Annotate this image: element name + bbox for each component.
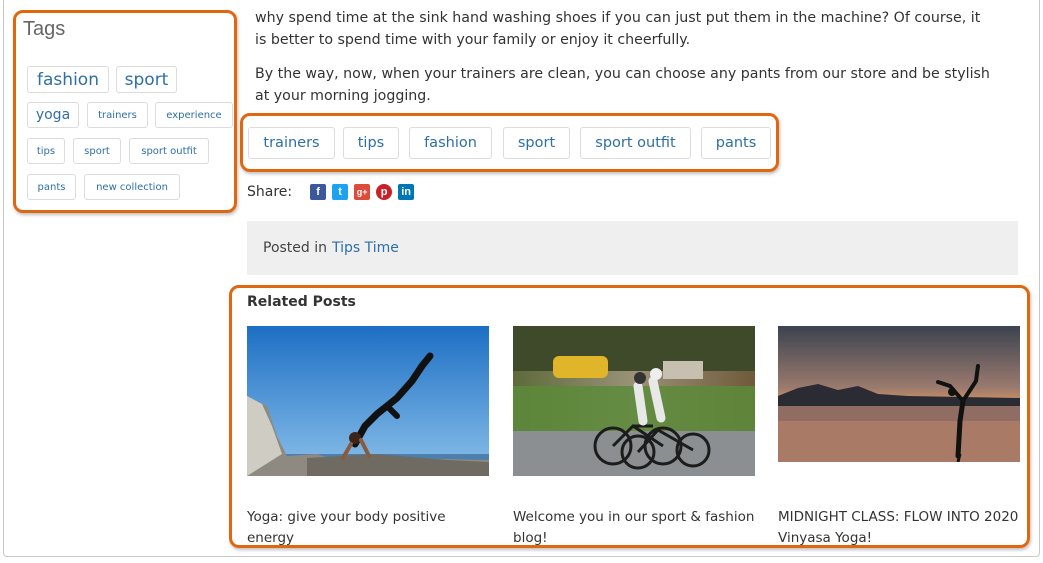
tag-sport[interactable]: sport xyxy=(116,66,177,93)
sidebar-tags-widget: Tags fashion sport yoga trainers experie… xyxy=(13,10,237,213)
google-plus-icon[interactable]: g+ xyxy=(354,184,371,200)
article-paragraph-1: why spend time at the sink hand washing … xyxy=(255,7,1015,51)
tag-experience[interactable]: experience xyxy=(155,102,233,128)
tag-trainers[interactable]: trainers xyxy=(87,102,148,128)
tag-new-collection[interactable]: new collection xyxy=(84,174,180,200)
posted-in-label: Posted in xyxy=(263,240,328,256)
related-posts-heading: Related Posts xyxy=(247,294,356,310)
article-paragraph-2: By the way, now, when your trainers are … xyxy=(255,63,1015,107)
post-tag-sport[interactable]: sport xyxy=(503,127,570,159)
share-label: Share: xyxy=(247,184,293,200)
tag-pants[interactable]: pants xyxy=(27,174,76,200)
related-post-title-line[interactable]: Welcome you in our sport & fashion xyxy=(513,507,758,528)
related-posts-section: Related Posts Yoga: give your body posit… xyxy=(229,285,1030,548)
article-text-line: By the way, now, when your trainers are … xyxy=(255,66,990,82)
tag-tips[interactable]: tips xyxy=(27,138,65,164)
related-post-image-sunset-yoga[interactable] xyxy=(778,326,1020,462)
article-text-line: why spend time at the sink hand washing … xyxy=(255,10,981,26)
related-post-image-yoga[interactable] xyxy=(247,326,489,476)
related-post-title-line[interactable]: blog! xyxy=(513,528,758,549)
twitter-icon[interactable]: t xyxy=(332,184,349,200)
related-post-title-line[interactable]: Yoga: give your body positive energy xyxy=(247,507,492,549)
post-tag-sport-outfit[interactable]: sport outfit xyxy=(580,127,691,159)
article-text-line: at your morning jogging. xyxy=(255,88,431,104)
related-post-title[interactable]: Welcome you in our sport & fashion blog! xyxy=(513,507,758,549)
related-post-title[interactable]: MIDNIGHT CLASS: FLOW INTO 2020 Vinyasa Y… xyxy=(778,507,1023,549)
post-tag-tips[interactable]: tips xyxy=(343,127,399,159)
share-bar: Share: f t g+ p in xyxy=(247,183,420,201)
article-text-line: is better to spend time with your family… xyxy=(255,32,691,48)
tag-sport-small[interactable]: sport xyxy=(73,138,121,164)
posted-in-box: Posted in Tips Time xyxy=(247,221,1018,275)
category-link[interactable]: Tips Time xyxy=(332,240,399,256)
tag-fashion[interactable]: fashion xyxy=(27,66,109,93)
related-post-title[interactable]: Yoga: give your body positive energy xyxy=(247,507,492,549)
post-tag-fashion[interactable]: fashion xyxy=(409,127,492,159)
related-post-title-line[interactable]: MIDNIGHT CLASS: FLOW INTO 2020 xyxy=(778,507,1023,528)
related-post-image-cyclists[interactable] xyxy=(513,326,755,476)
facebook-icon[interactable]: f xyxy=(310,184,327,200)
post-tags-bar: trainers tips fashion sport sport outfit… xyxy=(240,113,779,172)
related-post-title-line[interactable]: Vinyasa Yoga! xyxy=(778,528,1023,549)
sidebar-tags-title: Tags xyxy=(23,18,66,40)
pinterest-icon[interactable]: p xyxy=(376,184,393,200)
tag-sport-outfit[interactable]: sport outfit xyxy=(129,138,209,164)
post-tag-pants[interactable]: pants xyxy=(701,127,771,159)
tag-yoga[interactable]: yoga xyxy=(27,102,79,128)
linkedin-icon[interactable]: in xyxy=(398,184,415,200)
post-tag-trainers[interactable]: trainers xyxy=(248,127,335,159)
